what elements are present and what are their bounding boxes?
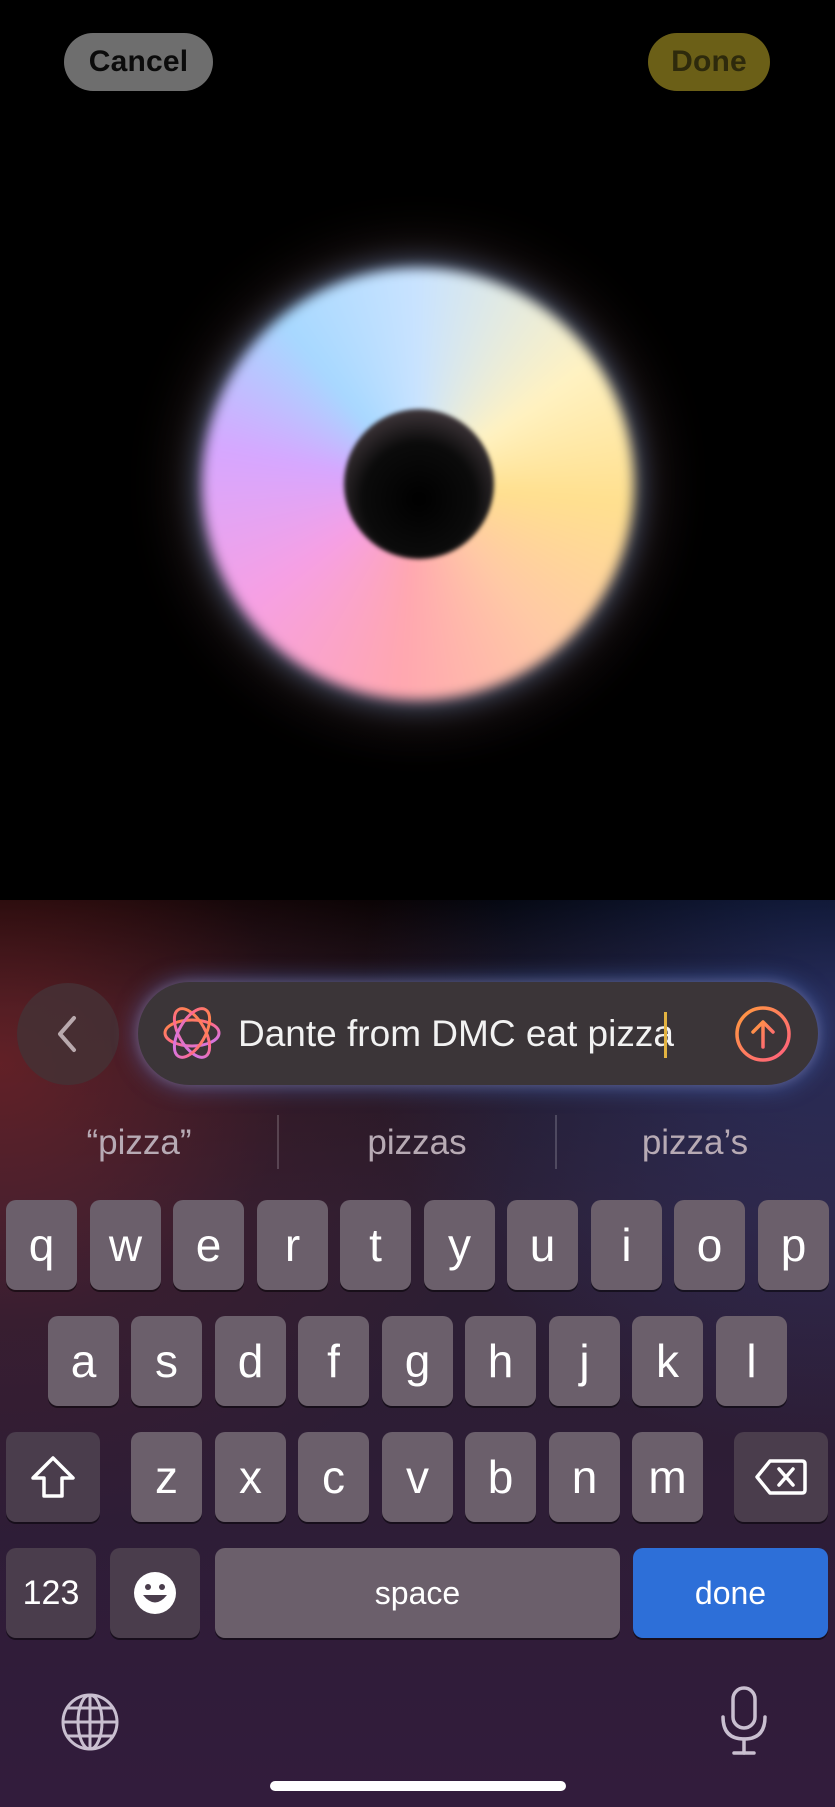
done-key[interactable]: done xyxy=(633,1548,828,1638)
key-r[interactable]: r xyxy=(257,1200,328,1290)
send-button[interactable] xyxy=(734,1005,792,1063)
key-p[interactable]: p xyxy=(758,1200,829,1290)
suggestion-item[interactable]: pizza’s xyxy=(556,1112,834,1174)
prompt-text: Dante from DMC eat pizza xyxy=(238,1013,674,1054)
key-k[interactable]: k xyxy=(632,1316,703,1406)
orb-center xyxy=(344,409,494,559)
key-x[interactable]: x xyxy=(215,1432,286,1522)
key-e[interactable]: e xyxy=(173,1200,244,1290)
key-h[interactable]: h xyxy=(465,1316,536,1406)
numbers-key[interactable]: 123 xyxy=(6,1548,96,1638)
key-t[interactable]: t xyxy=(340,1200,411,1290)
key-a[interactable]: a xyxy=(48,1316,119,1406)
suggestion-item[interactable]: pizzas xyxy=(278,1112,556,1174)
key-g[interactable]: g xyxy=(382,1316,453,1406)
home-indicator[interactable] xyxy=(270,1781,566,1791)
key-u[interactable]: u xyxy=(507,1200,578,1290)
chevron-left-icon xyxy=(58,1016,76,1052)
delete-key[interactable] xyxy=(734,1432,828,1522)
key-j[interactable]: j xyxy=(549,1316,620,1406)
back-button[interactable] xyxy=(17,983,119,1085)
microphone-icon[interactable] xyxy=(712,1685,776,1757)
key-d[interactable]: d xyxy=(215,1316,286,1406)
image-playground-icon xyxy=(163,1007,221,1059)
key-v[interactable]: v xyxy=(382,1432,453,1522)
delete-icon xyxy=(755,1459,807,1495)
space-key[interactable]: space xyxy=(215,1548,620,1638)
prompt-input[interactable]: Dante from DMC eat pizza xyxy=(138,982,818,1085)
shift-key[interactable] xyxy=(6,1432,100,1522)
emoji-key[interactable] xyxy=(110,1548,200,1638)
suggestion-item[interactable]: “pizza” xyxy=(0,1112,278,1174)
done-button[interactable]: Done xyxy=(648,33,770,91)
key-l[interactable]: l xyxy=(716,1316,787,1406)
shift-icon xyxy=(31,1456,75,1498)
key-b[interactable]: b xyxy=(465,1432,536,1522)
key-s[interactable]: s xyxy=(131,1316,202,1406)
cancel-button[interactable]: Cancel xyxy=(64,33,213,91)
text-caret xyxy=(664,1012,667,1058)
key-w[interactable]: w xyxy=(90,1200,161,1290)
key-q[interactable]: q xyxy=(6,1200,77,1290)
globe-icon[interactable] xyxy=(58,1690,122,1754)
key-m[interactable]: m xyxy=(632,1432,703,1522)
key-y[interactable]: y xyxy=(424,1200,495,1290)
key-o[interactable]: o xyxy=(674,1200,745,1290)
key-c[interactable]: c xyxy=(298,1432,369,1522)
key-f[interactable]: f xyxy=(298,1316,369,1406)
key-n[interactable]: n xyxy=(549,1432,620,1522)
key-i[interactable]: i xyxy=(591,1200,662,1290)
emoji-icon xyxy=(134,1572,176,1614)
key-z[interactable]: z xyxy=(131,1432,202,1522)
